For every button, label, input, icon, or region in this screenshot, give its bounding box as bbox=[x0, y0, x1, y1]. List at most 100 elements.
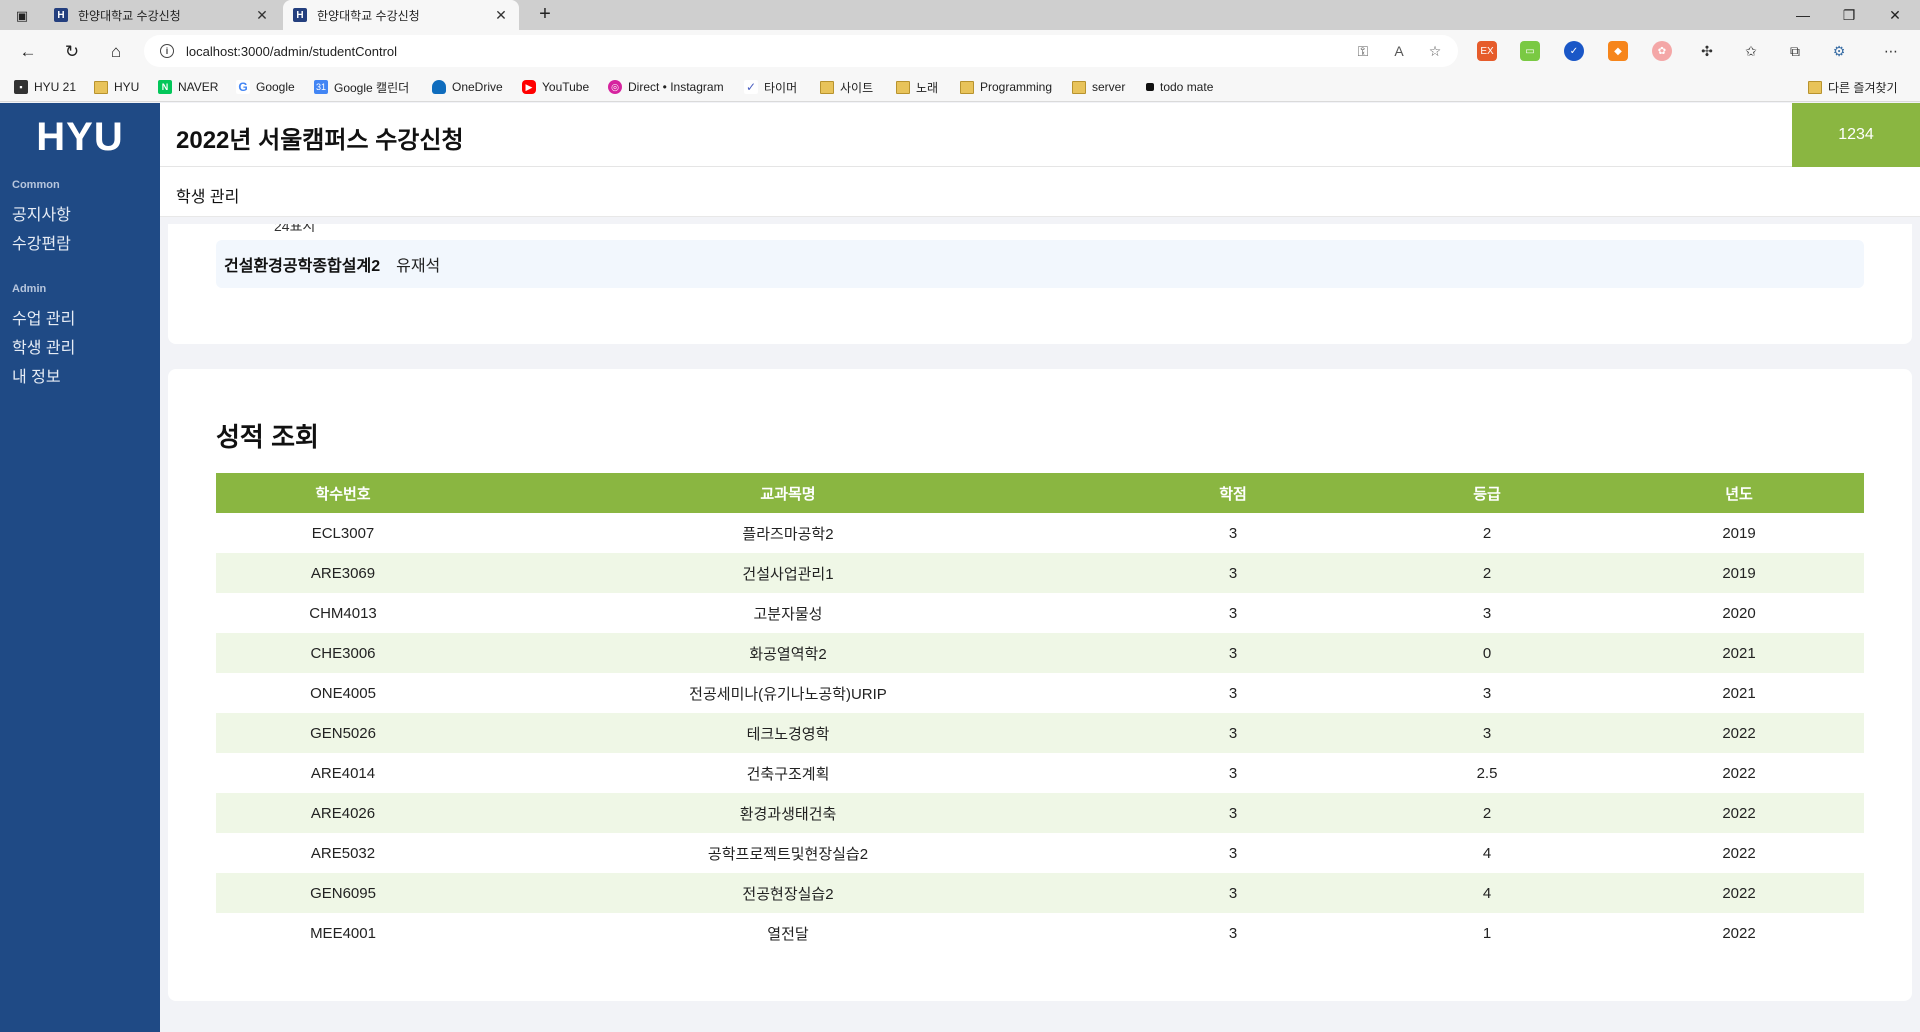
key-icon[interactable]: ⚿ bbox=[1352, 40, 1374, 62]
hyu-favicon-icon: H bbox=[293, 8, 307, 22]
close-icon[interactable]: ✕ bbox=[493, 7, 509, 24]
column-header-course-code: 학수번호 bbox=[216, 473, 470, 513]
cell-course-name: 건축구조계획 bbox=[746, 765, 830, 783]
favorites-icon[interactable]: ✩ bbox=[1740, 40, 1762, 62]
tab-title: 한양대학교 수강신청 bbox=[78, 8, 181, 23]
bookmark-youtube[interactable]: ▶ YouTube bbox=[522, 79, 589, 95]
naver-icon: N bbox=[158, 80, 172, 94]
cell-grade: 3 bbox=[1360, 713, 1614, 753]
page-title: 2022년 서울캠퍼스 수강신청 bbox=[176, 127, 464, 154]
cell-grade: 2 bbox=[1482, 524, 1492, 542]
bookmarks-bar: ▪ HYU 21 HYU N NAVER G Google 31 Google … bbox=[0, 72, 1920, 102]
sidebar-item-course-catalog[interactable]: 수강편람 bbox=[12, 230, 71, 254]
todo-icon bbox=[1146, 83, 1154, 91]
bookmark-label: HYU bbox=[114, 80, 140, 94]
bookmark-google-calendar[interactable]: 31 Google 캘린더 bbox=[314, 79, 409, 95]
extension-icon[interactable]: ▭ bbox=[1520, 41, 1540, 61]
cell-credits: 3 bbox=[1228, 524, 1238, 542]
cell-year: 2019 bbox=[1614, 553, 1864, 593]
bookmark-label: Direct • Instagram bbox=[628, 80, 724, 94]
table-row: ARE3069 건설사업관리1 3 2 2019 bbox=[216, 553, 1864, 593]
extensions-puzzle-icon[interactable]: ✣ bbox=[1696, 40, 1718, 62]
sidebar-item-my-info[interactable]: 내 정보 bbox=[12, 363, 61, 387]
favorite-star-icon[interactable]: ☆ bbox=[1424, 40, 1446, 62]
cell-year: 2022 bbox=[1614, 793, 1864, 833]
cell-credits: 3 bbox=[1228, 844, 1238, 862]
tab-title: 한양대학교 수강신청 bbox=[317, 8, 420, 23]
browser-tab-strip: ▣ H 한양대학교 수강신청 ✕ H 한양대학교 수강신청 ✕ + — ❐ ✕ bbox=[0, 0, 1920, 30]
bookmark-instagram[interactable]: ◎ Direct • Instagram bbox=[608, 79, 724, 95]
sidebar-item-notices[interactable]: 공지사항 bbox=[12, 201, 71, 225]
close-icon[interactable]: ✕ bbox=[254, 7, 270, 24]
cell-course-code: ARE4014 bbox=[310, 764, 376, 782]
restore-icon[interactable]: ❐ bbox=[1838, 4, 1860, 26]
read-aloud-icon[interactable]: A bbox=[1388, 40, 1410, 62]
tab-actions-icon[interactable]: ▣ bbox=[12, 6, 32, 26]
cell-grade: 2 bbox=[1360, 553, 1614, 593]
user-id-badge[interactable]: 1234 bbox=[1792, 103, 1920, 167]
bookmark-label: todo mate bbox=[1160, 80, 1214, 94]
collections-icon[interactable]: ⧉ bbox=[1784, 40, 1806, 62]
bookmark-hyu[interactable]: HYU bbox=[94, 79, 139, 95]
table-row: ARE4014 건축구조계획 3 2.5 2022 bbox=[216, 753, 1864, 793]
app-icon: ▪ bbox=[14, 80, 28, 94]
column-header-credits: 학점 bbox=[1106, 473, 1360, 513]
cell-course-code: GEN6095 bbox=[216, 873, 470, 913]
bookmark-naver[interactable]: N NAVER bbox=[158, 79, 218, 95]
fox-extension-icon[interactable]: ◆ bbox=[1608, 41, 1628, 61]
sidebar-item-class-management[interactable]: 수업 관리 bbox=[12, 305, 75, 329]
bookmark-label: 노래 bbox=[916, 80, 939, 95]
new-tab-icon[interactable]: + bbox=[534, 4, 556, 26]
bookmark-google[interactable]: G Google bbox=[236, 79, 295, 95]
course-row[interactable]: 건설환경공학종합설계2 유재석 bbox=[216, 240, 1864, 288]
bookmark-todo-mate[interactable]: todo mate bbox=[1146, 79, 1213, 95]
bookmark-label: Google 캘린더 bbox=[334, 80, 410, 95]
bookmark-sites-folder[interactable]: 사이트 bbox=[820, 79, 873, 95]
check-extension-icon[interactable]: ✓ bbox=[1564, 41, 1584, 61]
bookmark-server-folder[interactable]: server bbox=[1072, 79, 1125, 95]
section-header: 학생 관리 bbox=[160, 167, 1920, 217]
cell-grade: 3 bbox=[1482, 604, 1492, 622]
more-icon[interactable]: ⋯ bbox=[1880, 40, 1902, 62]
course-name: 건설환경공학종합설계2 bbox=[224, 258, 381, 275]
window-close-icon[interactable]: ✕ bbox=[1884, 4, 1906, 26]
bookmark-timer[interactable]: ✓ 타이머 bbox=[744, 79, 797, 95]
sidebar-item-student-management[interactable]: 학생 관리 bbox=[12, 334, 75, 358]
cell-credits: 3 bbox=[1228, 924, 1238, 942]
home-icon[interactable]: ⌂ bbox=[104, 40, 128, 64]
bookmark-music-folder[interactable]: 노래 bbox=[896, 79, 938, 95]
cell-year: 2021 bbox=[1614, 633, 1864, 673]
site-info-icon[interactable]: i bbox=[160, 44, 174, 58]
cell-grade: 2.5 bbox=[1476, 764, 1498, 782]
cell-credits: 3 bbox=[1106, 633, 1360, 673]
cell-grade: 2 bbox=[1360, 793, 1614, 833]
hyu-logo[interactable]: HYU bbox=[0, 115, 160, 160]
cell-course-code: CHM4013 bbox=[309, 604, 377, 622]
folder-icon bbox=[94, 80, 108, 94]
folder-icon bbox=[1072, 80, 1086, 94]
extension-icon[interactable]: ✿ bbox=[1652, 41, 1672, 61]
bookmark-hyu21[interactable]: ▪ HYU 21 bbox=[14, 79, 76, 95]
cell-course-name: 전공현장실습2 bbox=[470, 873, 1106, 913]
bookmark-onedrive[interactable]: OneDrive bbox=[432, 79, 503, 95]
cell-course-name: 화공열역학2 bbox=[470, 633, 1106, 673]
cell-grade: 0 bbox=[1360, 633, 1614, 673]
profile-icon[interactable]: ⚙ bbox=[1828, 40, 1850, 62]
youtube-icon: ▶ bbox=[522, 80, 536, 94]
cell-course-name: 고분자물성 bbox=[753, 605, 823, 623]
address-bar[interactable]: i localhost:3000/admin/studentControl bbox=[144, 35, 1458, 67]
cell-course-code: GEN5026 bbox=[216, 713, 470, 753]
extension-icon[interactable]: EX bbox=[1477, 41, 1497, 61]
other-bookmarks[interactable]: 다른 즐겨찾기 bbox=[1808, 79, 1898, 95]
minimize-icon[interactable]: — bbox=[1792, 4, 1814, 26]
back-icon[interactable]: ← bbox=[16, 40, 40, 64]
reload-icon[interactable]: ↻ bbox=[60, 40, 84, 64]
table-header-row: 학수번호 교과목명 학점 등급 년도 bbox=[216, 473, 1864, 513]
cell-year: 2022 bbox=[1614, 713, 1864, 753]
browser-tab-2[interactable]: H 한양대학교 수강신청 ✕ bbox=[283, 0, 519, 30]
browser-tab-1[interactable]: H 한양대학교 수강신청 ✕ bbox=[44, 0, 280, 30]
bookmark-programming-folder[interactable]: Programming bbox=[960, 79, 1052, 95]
bookmark-label: HYU 21 bbox=[34, 80, 77, 94]
address-url[interactable]: localhost:3000/admin/studentControl bbox=[186, 44, 397, 59]
sidebar-section-common: Common bbox=[12, 179, 60, 191]
